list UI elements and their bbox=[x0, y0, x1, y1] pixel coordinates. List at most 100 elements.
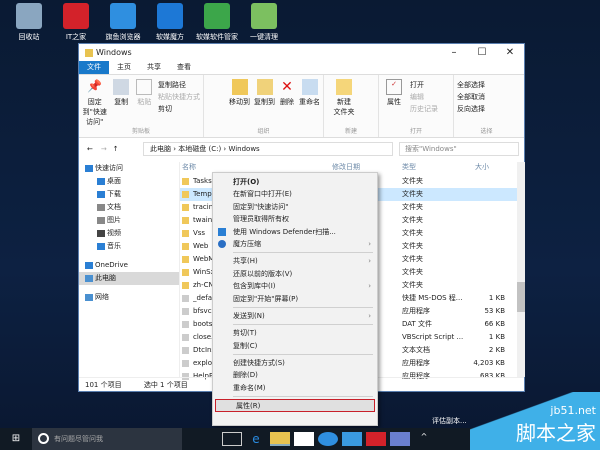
move-to-button[interactable]: 移动到 bbox=[229, 79, 250, 133]
column-type[interactable]: 类型 bbox=[402, 162, 416, 172]
column-size[interactable]: 大小 bbox=[475, 162, 489, 172]
forward-button[interactable]: → bbox=[101, 145, 107, 153]
app-icon[interactable] bbox=[342, 432, 362, 446]
compress-icon bbox=[218, 239, 226, 248]
nav-item[interactable]: 下载 bbox=[79, 188, 179, 201]
file-size: 1 KB bbox=[488, 294, 505, 302]
menu-item[interactable]: 发送到(N) › bbox=[213, 310, 377, 322]
defender-icon bbox=[218, 227, 226, 236]
menu-item[interactable]: 魔方压缩 › bbox=[213, 238, 377, 250]
column-date[interactable]: 修改日期 bbox=[332, 162, 360, 172]
chevron-right-icon: › bbox=[368, 257, 371, 266]
nav-icon bbox=[85, 275, 93, 282]
copy-button[interactable]: 复制 bbox=[112, 79, 131, 133]
breadcrumb-drive[interactable]: 本地磁盘 (C:) bbox=[178, 145, 221, 153]
breadcrumb-windows[interactable]: Windows bbox=[228, 145, 259, 153]
menu-item[interactable]: 管理员取得所有权 bbox=[213, 213, 377, 225]
tab-share[interactable]: 共享 bbox=[139, 61, 169, 74]
menu-item[interactable]: 使用 Windows Defender扫描... bbox=[213, 226, 377, 238]
desktop-icon[interactable]: 旗鱼浏览器 bbox=[98, 3, 148, 42]
start-button[interactable]: ⊞ bbox=[6, 432, 26, 446]
up-button[interactable]: ↑ bbox=[113, 145, 119, 153]
invert-selection-button[interactable]: 反向选择 bbox=[457, 103, 485, 115]
menu-item[interactable]: 重命名(M) bbox=[213, 382, 377, 394]
new-folder-button[interactable]: 新建 文件夹 bbox=[332, 79, 356, 133]
folder-icon bbox=[85, 48, 93, 57]
tab-file[interactable]: 文件 bbox=[79, 61, 109, 74]
nav-item[interactable]: 此电脑 bbox=[79, 272, 179, 285]
file-size: 53 KB bbox=[484, 307, 505, 315]
desktop-icon[interactable]: 一键清理 bbox=[239, 3, 289, 42]
nav-item[interactable]: OneDrive bbox=[79, 259, 179, 272]
cortana-search-box[interactable]: 有问题尽管问我 bbox=[32, 428, 182, 450]
tab-home[interactable]: 主页 bbox=[109, 61, 139, 74]
minimize-button[interactable]: – bbox=[440, 44, 468, 61]
copy-to-icon bbox=[256, 79, 273, 95]
rename-button[interactable]: 重命名 bbox=[299, 79, 320, 133]
desktop-icon[interactable]: IT之家 bbox=[51, 3, 101, 42]
cut-button[interactable]: 剪切 bbox=[158, 103, 200, 115]
menu-item[interactable]: 固定到"快速访问" bbox=[213, 201, 377, 213]
menu-item[interactable]: 属性(R) bbox=[215, 399, 375, 412]
paste-shortcut-button[interactable]: 粘贴快捷方式 bbox=[158, 91, 200, 103]
nav-icon bbox=[97, 191, 105, 198]
breadcrumb-this-pc[interactable]: 此电脑 bbox=[150, 145, 171, 153]
folder-icon bbox=[182, 282, 189, 289]
select-all-button[interactable]: 全部选择 bbox=[457, 79, 485, 91]
tab-view[interactable]: 查看 bbox=[169, 61, 199, 74]
menu-item[interactable]: 打开(O) bbox=[213, 176, 377, 188]
nav-icon bbox=[97, 204, 105, 211]
file-icon bbox=[182, 295, 189, 302]
back-button[interactable]: ← bbox=[87, 145, 93, 153]
edit-button[interactable]: 编辑 bbox=[410, 91, 438, 103]
column-name[interactable]: 名称 bbox=[182, 162, 196, 172]
edge-icon[interactable]: e bbox=[246, 432, 266, 446]
nav-item[interactable]: 文档 bbox=[79, 201, 179, 214]
file-size: 66 KB bbox=[484, 320, 505, 328]
browser-icon[interactable] bbox=[318, 432, 338, 446]
menu-item[interactable]: 固定到"开始"屏幕(P) bbox=[213, 293, 377, 305]
maximize-button[interactable]: ☐ bbox=[468, 44, 496, 61]
properties-button[interactable]: ✓ 属性 bbox=[382, 79, 406, 133]
menu-item[interactable]: 共享(H) › bbox=[213, 255, 377, 267]
menu-item[interactable]: 复制(C) bbox=[213, 340, 377, 352]
nav-item[interactable]: 网络 bbox=[79, 291, 179, 304]
close-button[interactable]: ✕ bbox=[496, 44, 524, 61]
menu-separator bbox=[233, 306, 373, 308]
menu-item[interactable]: 在新窗口中打开(E) bbox=[213, 188, 377, 200]
desktop-icon[interactable]: 软媒魔方 bbox=[145, 3, 195, 42]
nav-item[interactable]: 图片 bbox=[79, 214, 179, 227]
history-button[interactable]: 历史记录 bbox=[410, 103, 438, 115]
ithome-icon[interactable] bbox=[366, 432, 386, 446]
menu-item[interactable]: 还原以前的版本(V) bbox=[213, 268, 377, 280]
nav-item[interactable]: 桌面 bbox=[79, 175, 179, 188]
nav-item[interactable]: 快速访问 bbox=[79, 162, 179, 175]
scrollbar[interactable] bbox=[517, 162, 525, 377]
tray-chevron-icon[interactable]: ^ bbox=[414, 432, 434, 446]
copy-path-button[interactable]: 复制路径 bbox=[158, 79, 200, 91]
chevron-right-icon: › bbox=[368, 239, 371, 248]
desktop-icon[interactable]: 软媒软件管家 bbox=[192, 3, 242, 42]
address-bar[interactable]: 此电脑 › 本地磁盘 (C:) › Windows bbox=[143, 142, 393, 156]
file-explorer-icon[interactable] bbox=[270, 432, 290, 446]
pin-quick-access-button[interactable]: 📌 固定到"快速访问" bbox=[82, 79, 108, 133]
menu-item[interactable]: 删除(D) bbox=[213, 369, 377, 381]
open-button[interactable]: 打开 bbox=[410, 79, 438, 91]
chevron-right-icon: › bbox=[368, 311, 371, 320]
file-type: VBScript Script ... bbox=[402, 333, 464, 341]
app-icon[interactable] bbox=[390, 432, 410, 446]
desktop-icon[interactable]: 回收站 bbox=[4, 3, 54, 42]
search-input[interactable]: 搜索"Windows" bbox=[399, 142, 519, 156]
properties-icon: ✓ bbox=[386, 79, 402, 95]
nav-item[interactable]: 视频 bbox=[79, 227, 179, 240]
task-view-button[interactable] bbox=[222, 432, 242, 446]
select-none-button[interactable]: 全部取消 bbox=[457, 91, 485, 103]
store-icon[interactable] bbox=[294, 432, 314, 446]
paste-button[interactable]: 粘贴 bbox=[135, 79, 154, 133]
nav-item[interactable]: 音乐 bbox=[79, 240, 179, 253]
menu-item[interactable]: 包含到库中(I) › bbox=[213, 280, 377, 292]
menu-item[interactable]: 创建快捷方式(S) bbox=[213, 357, 377, 369]
menu-item[interactable]: 剪切(T) bbox=[213, 327, 377, 339]
delete-button[interactable]: ✕ 删除 bbox=[279, 79, 295, 133]
copy-to-button[interactable]: 复制到 bbox=[254, 79, 275, 133]
